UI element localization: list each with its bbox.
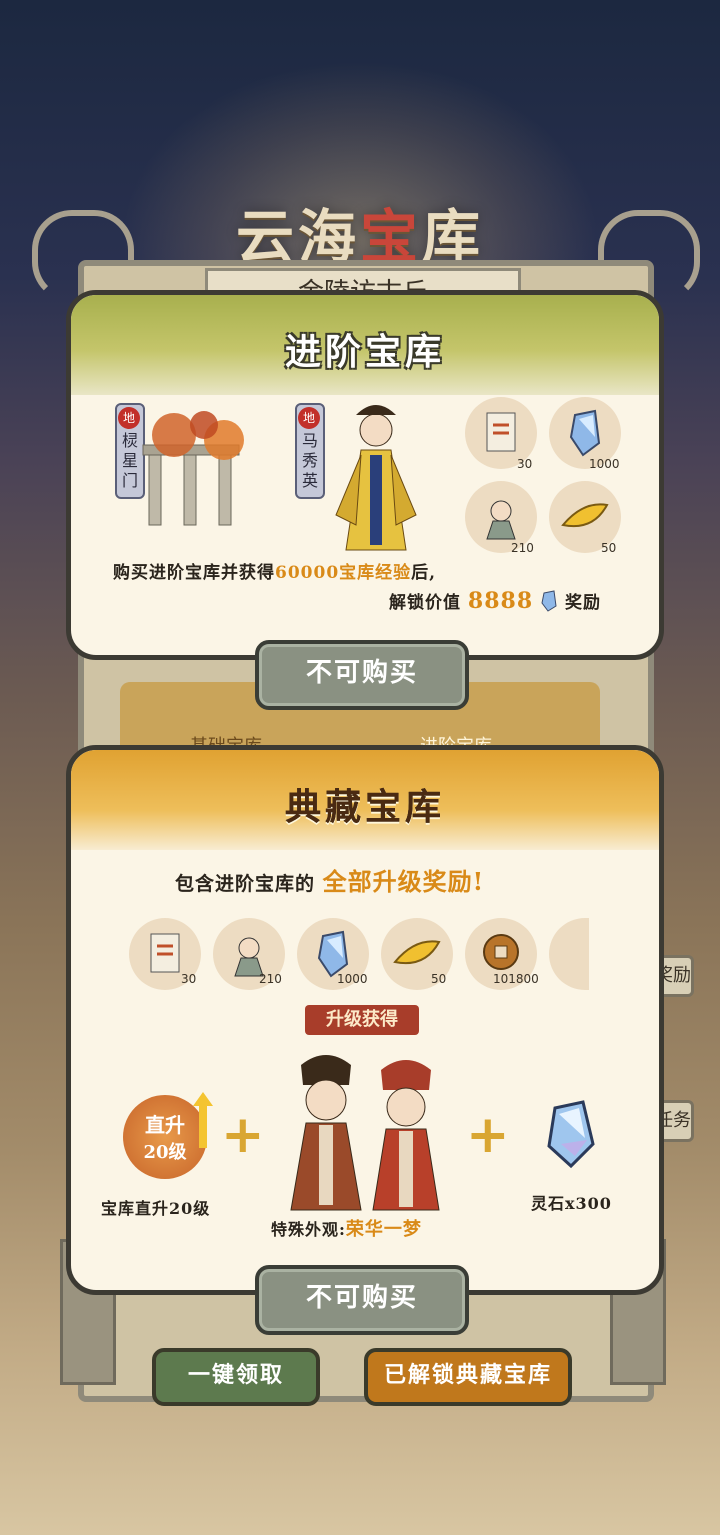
advanced-vault-title: 进阶宝库 bbox=[284, 331, 445, 373]
levelup-caption: 宝库直升20级 bbox=[101, 1199, 211, 1218]
collection-vault-card: 典藏宝库 包含进阶宝库的 全部升级奖励! 30 210 1000 50 1018… bbox=[66, 745, 664, 1295]
collection-vault-buy-button[interactable]: 不可购买 bbox=[255, 1265, 469, 1335]
advanced-vault-description: 购买进阶宝库并获得60000宝库经验后, bbox=[113, 563, 437, 583]
reward-amount: 50 bbox=[431, 972, 447, 986]
arrow-up-icon bbox=[193, 1092, 213, 1148]
reward-amount: 210 bbox=[259, 972, 282, 986]
outfit-caption: 特殊外观:荣华一梦 bbox=[271, 1219, 422, 1240]
advanced-vault-card: 进阶宝库 地 棂星门 地 马秀英 30 1000 210 50 购买进阶宝库并获… bbox=[66, 290, 664, 660]
plus-icon: + bbox=[466, 1105, 510, 1165]
upgrade-reward-tag: 升级获得 bbox=[305, 1005, 419, 1035]
advanced-vault-buy-button[interactable]: 不可购买 bbox=[255, 640, 469, 710]
reward-amount: 1000 bbox=[589, 457, 620, 471]
reward-partial[interactable] bbox=[549, 918, 589, 990]
collection-vault-title: 典藏宝库 bbox=[284, 786, 445, 828]
plus-icon: + bbox=[221, 1105, 265, 1165]
unlock-value-line: 解锁价值 8888 奖励 bbox=[389, 588, 601, 614]
lingxing-gate-image[interactable] bbox=[129, 400, 264, 535]
spirit-stone-icon[interactable] bbox=[541, 1100, 601, 1170]
collection-vault-subtitle: 包含进阶宝库的 全部升级奖励! bbox=[175, 867, 485, 896]
unlocked-collection-vault-button[interactable]: 已解锁典藏宝库 bbox=[364, 1348, 572, 1406]
item-label-ma-xiuying: 地 马秀英 bbox=[295, 403, 325, 499]
seal-icon: 地 bbox=[298, 407, 320, 429]
reward-amount: 50 bbox=[601, 541, 617, 555]
ma-xiuying-character-image[interactable] bbox=[326, 395, 426, 555]
reward-amount: 101800 bbox=[493, 972, 539, 986]
stone-caption: 灵石x300 bbox=[531, 1194, 612, 1213]
special-outfit-image[interactable] bbox=[271, 1045, 451, 1215]
reward-amount: 1000 bbox=[337, 972, 368, 986]
reward-amount: 30 bbox=[181, 972, 197, 986]
reward-amount: 210 bbox=[511, 541, 534, 555]
spirit-stone-icon bbox=[541, 590, 557, 612]
claim-all-button[interactable]: 一键领取 bbox=[152, 1348, 320, 1406]
reward-amount: 30 bbox=[517, 457, 533, 471]
